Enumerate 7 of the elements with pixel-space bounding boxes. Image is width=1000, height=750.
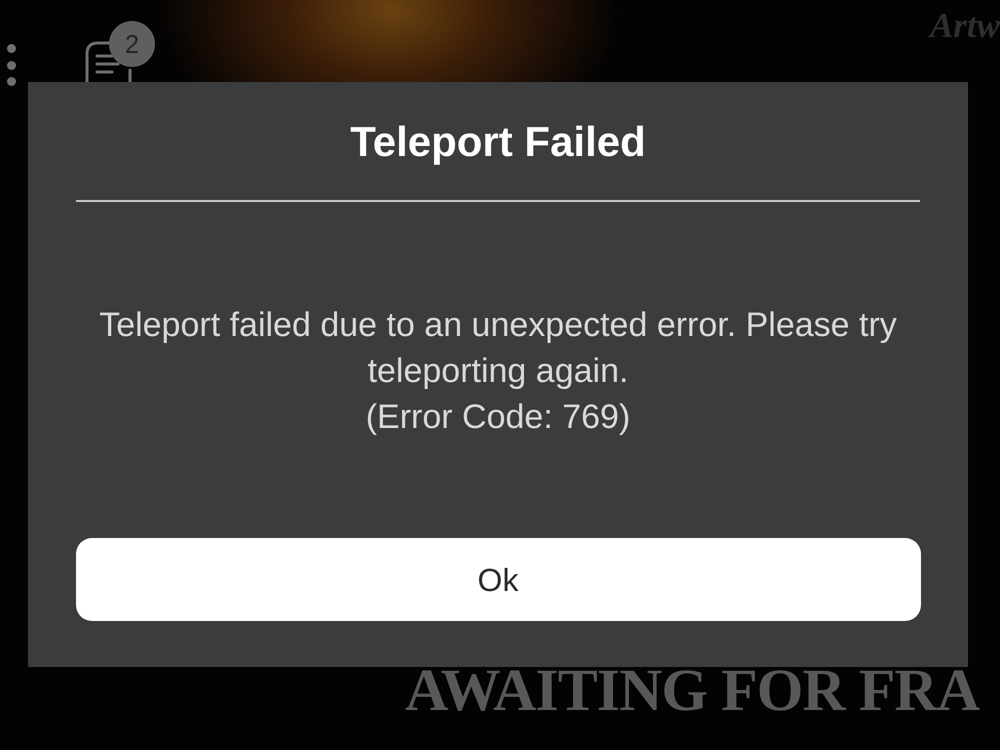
banner-text: AWAITING FOR FRA bbox=[405, 658, 980, 722]
error-code: (Error Code: 769) bbox=[366, 397, 630, 438]
menu-dots-icon[interactable] bbox=[6, 44, 16, 86]
dialog-title: Teleport Failed bbox=[350, 118, 646, 166]
notification-badge: 2 bbox=[109, 21, 155, 67]
dialog-message: Teleport failed due to an unexpected error. Please try teleporting again. bbox=[98, 305, 898, 392]
ok-button[interactable]: Ok bbox=[76, 538, 920, 621]
